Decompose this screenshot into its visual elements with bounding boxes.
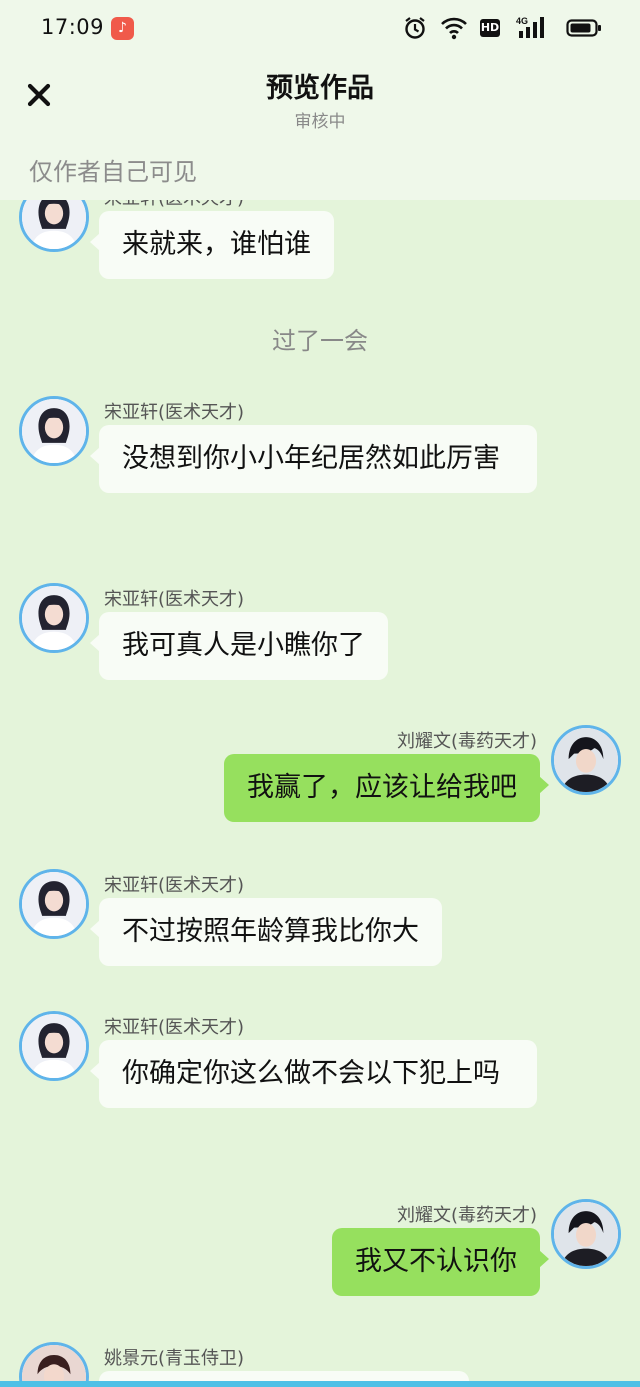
sender-name: 宋亚轩(医术天才) — [104, 200, 244, 210]
time-divider: 过了一会 — [272, 327, 368, 355]
message-bubble[interactable]: 不过按照年龄算我比你大 — [90, 898, 442, 966]
sender-name: 宋亚轩(医术天才) — [104, 1017, 245, 1038]
message-text: 我又不认识你 — [355, 1246, 517, 1277]
message-bubble[interactable]: 我赢了，应该让给我吧 — [224, 754, 549, 822]
signal-icon: 4G — [516, 15, 548, 41]
avatar[interactable] — [19, 1011, 89, 1081]
message-text: 你确定你这么做不会以下犯上吗 — [122, 1058, 500, 1089]
message-bubble[interactable]: 你确定你这么做不会以下犯上吗 — [90, 1040, 537, 1108]
sender-name: 宋亚轩(医术天才) — [104, 402, 245, 423]
sender-name: 宋亚轩(医术天才) — [104, 875, 245, 896]
sender-name: 刘耀文(毒药天才) — [396, 731, 537, 752]
message-bubble[interactable]: 来就来，谁怕谁 — [90, 211, 334, 279]
message-text: 没想到你小小年纪居然如此厉害 — [122, 443, 500, 474]
avatar[interactable] — [19, 869, 89, 939]
wifi-icon — [440, 15, 468, 41]
avatar[interactable] — [19, 200, 89, 252]
message-text: 来就来，谁怕谁 — [122, 229, 311, 260]
sender-name: 姚景元(青玉侍卫) — [104, 1348, 245, 1369]
message-bubble[interactable]: 没想到你小小年纪居然如此厉害 — [90, 425, 537, 493]
alarm-icon — [403, 15, 427, 41]
network-type-label: 4G — [516, 16, 528, 26]
review-status: 审核中 — [294, 112, 346, 132]
sender-name: 刘耀文(毒药天才) — [396, 1205, 537, 1226]
battery-icon — [566, 15, 602, 41]
bottom-progress-bar — [0, 1381, 640, 1387]
page-title: 预览作品 — [266, 73, 374, 104]
message-bubble[interactable]: 我可真人是小瞧你了 — [90, 612, 388, 680]
avatar[interactable] — [19, 396, 89, 466]
visibility-note: 仅作者自己可见 — [29, 158, 197, 186]
hd-icon: HD — [480, 19, 500, 37]
status-bar: 17:09 ♪ HD 4G — [0, 0, 640, 56]
avatar[interactable] — [551, 725, 621, 795]
message-text: 我赢了，应该让给我吧 — [247, 772, 517, 803]
message-text: 不过按照年龄算我比你大 — [122, 916, 419, 947]
avatar[interactable] — [551, 1199, 621, 1269]
music-note-icon: ♪ — [111, 17, 134, 40]
message-text: 我可真人是小瞧你了 — [122, 630, 365, 661]
top-bar: 17:09 ♪ HD 4G 预览作品 审核中 仅作者自己可见 — [0, 0, 640, 200]
sender-name: 宋亚轩(医术天才) — [104, 589, 245, 610]
chat-area[interactable]: 宋亚轩(医术天才) 来就来，谁怕谁 过了一会 宋亚轩(医术天才) 没想到你小小年… — [0, 200, 640, 1387]
message-bubble[interactable]: 我又不认识你 — [332, 1228, 549, 1296]
avatar[interactable] — [19, 583, 89, 653]
status-time: 17:09 — [41, 15, 105, 39]
